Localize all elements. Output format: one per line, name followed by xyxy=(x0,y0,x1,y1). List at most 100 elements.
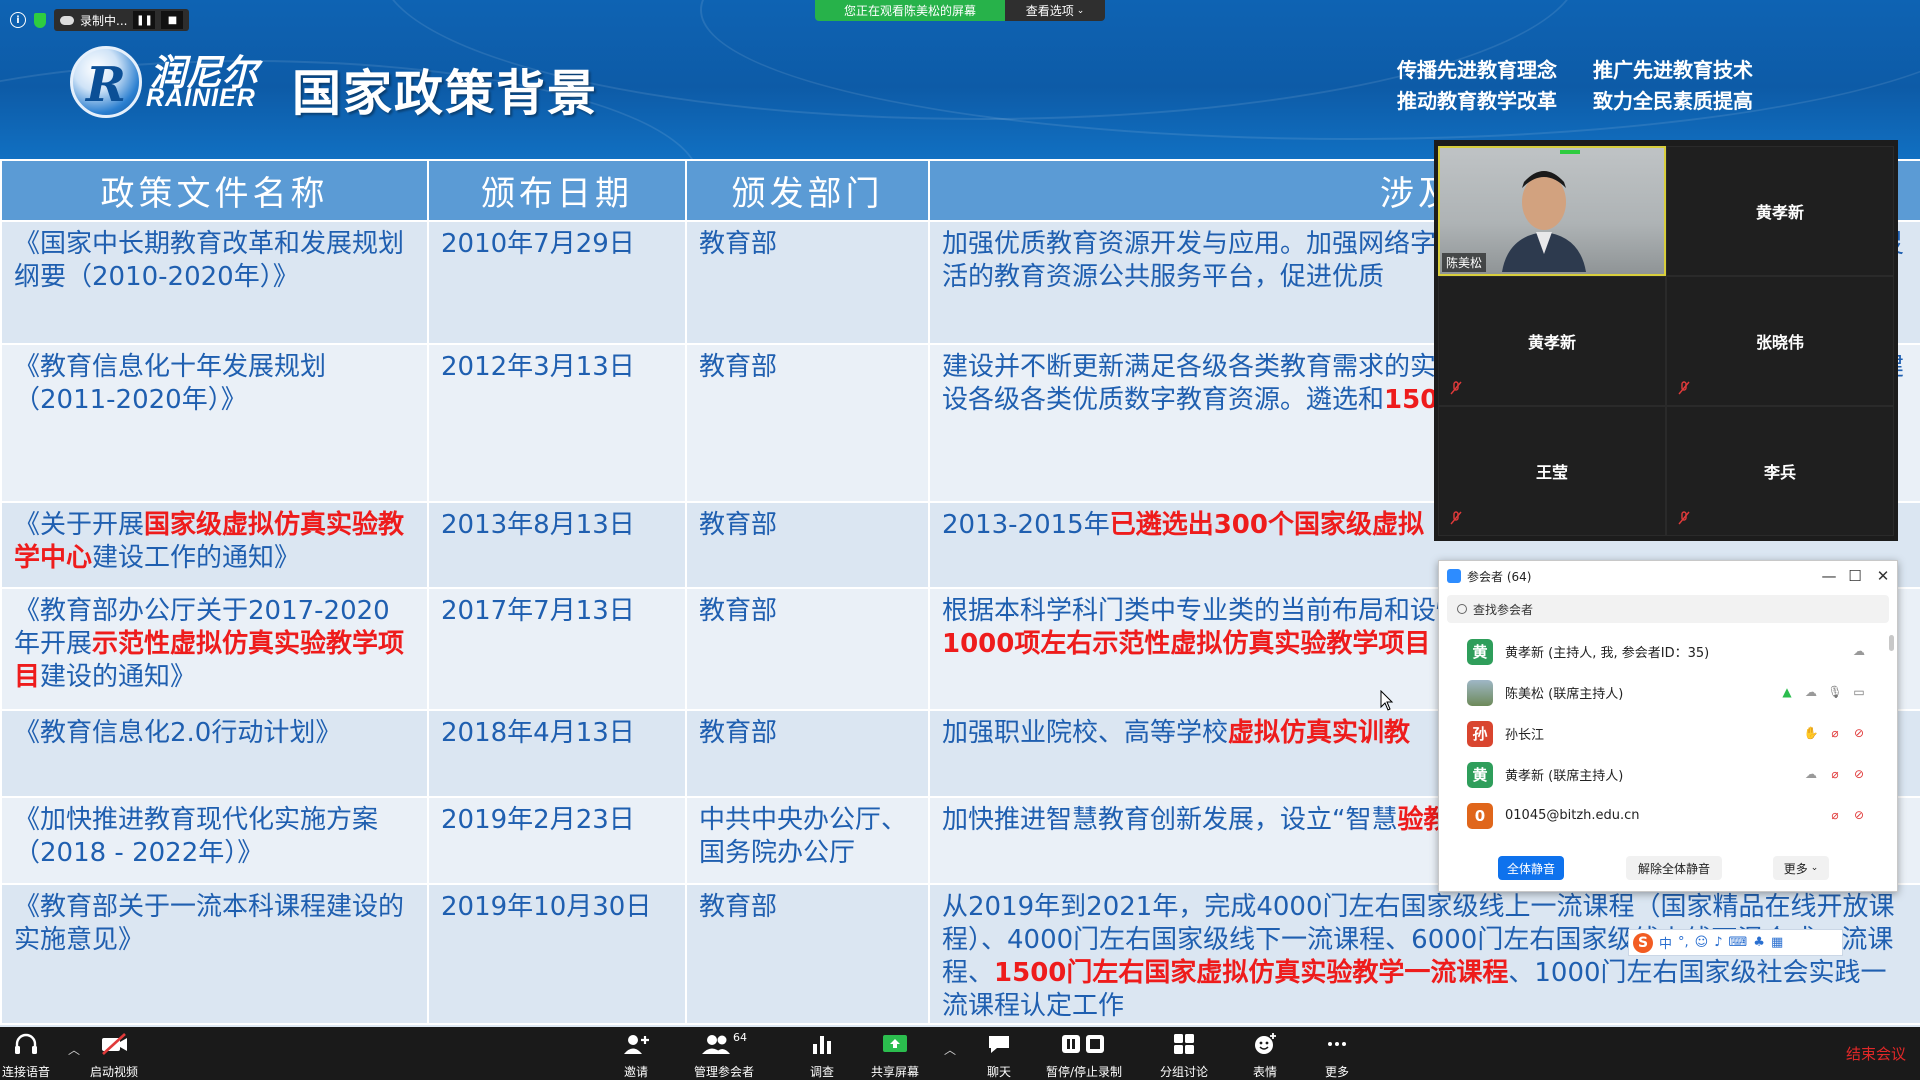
avatar: 0 xyxy=(1467,802,1493,829)
video-tile[interactable]: 黄孝新 xyxy=(1438,276,1666,406)
cloud-icon[interactable]: ☁ xyxy=(1803,766,1819,782)
text-segment: 《国家中长期教育改革和发展规划纲要（2010-2020年）》 xyxy=(14,229,405,292)
video-tile[interactable]: 王莹 xyxy=(1438,406,1666,536)
video-tile[interactable]: 张晓伟 xyxy=(1666,276,1894,406)
policy-name-cell: 《国家中长期教育改革和发展规划纲要（2010-2020年）》 xyxy=(0,220,429,345)
participants-titlebar[interactable]: 参会者 (64) — ☐ ✕ xyxy=(1439,561,1897,591)
emoji-icon[interactable]: ☺ xyxy=(1695,935,1709,950)
participant-name: 黄孝新 (主持人, 我, 参会者ID：35) xyxy=(1505,646,1710,661)
cloud-record-icon xyxy=(60,15,74,25)
reactions-button[interactable]: 表情 xyxy=(1252,1031,1278,1080)
video-off-icon[interactable]: ⊘ xyxy=(1851,766,1867,782)
slogan: 推广先进教育技术 xyxy=(1593,58,1753,82)
toolbar-label: 启动视频 xyxy=(90,1065,139,1079)
tile-name: 张晓伟 xyxy=(1755,333,1804,352)
muted-mic-icon[interactable]: ⌀ xyxy=(1827,725,1843,741)
muted-mic-icon[interactable]: ⌀ xyxy=(1827,766,1843,782)
department-cell: 中共中央办公厅、国务院办公厅 xyxy=(685,796,930,885)
toolbox-icon[interactable]: ▦ xyxy=(1771,935,1783,950)
toolbar-label: 更多 xyxy=(1325,1065,1350,1079)
highlight-text: 已遴选出300个国家级虚拟 xyxy=(1109,510,1424,540)
raise-hand-icon[interactable]: ✋ xyxy=(1803,725,1819,741)
join-audio-button[interactable]: 连接语音 xyxy=(2,1031,50,1080)
pause-stop-recording-button[interactable]: 暂停/停止录制 xyxy=(1046,1031,1122,1080)
policy-name-cell: 《教育信息化十年发展规划（2011-2020年）》 xyxy=(0,343,429,503)
invite-button[interactable]: 邀请 xyxy=(622,1031,650,1080)
voice-input-icon[interactable]: ♪ xyxy=(1714,935,1722,950)
participant-name: 孙长江 xyxy=(1505,728,1545,743)
share-screen-icon[interactable]: ▲ xyxy=(1779,684,1795,700)
zoom-app-icon xyxy=(1447,569,1461,583)
maximize-icon[interactable]: ☐ xyxy=(1845,566,1865,586)
chat-button[interactable]: 聊天 xyxy=(986,1031,1012,1080)
cloud-icon[interactable]: ☁ xyxy=(1851,643,1867,659)
text-segment: 《教育部关于一流本科课程建设的实施意见》 xyxy=(14,892,405,955)
department-cell: 教育部 xyxy=(685,220,930,345)
more-button[interactable]: 更多 ⌄ xyxy=(1773,856,1829,880)
participant-row[interactable]: 0 01045@bitzh.edu.cn ⌀ ⊘ xyxy=(1439,795,1887,836)
shield-icon[interactable] xyxy=(34,12,46,28)
mute-all-button[interactable]: 全体静音 xyxy=(1498,856,1564,880)
audio-options-caret-icon[interactable]: ︿ xyxy=(68,1041,80,1058)
share-screen-button[interactable]: 共享屏幕 xyxy=(871,1031,919,1080)
stop-recording-icon[interactable]: ■ xyxy=(161,11,184,29)
share-options-caret-icon[interactable]: ︿ xyxy=(944,1041,956,1058)
text-segment: 加强职业院校、高等学校 xyxy=(942,718,1229,748)
policy-name-cell: 《关于开展国家级虚拟仿真实验教学中心建设工作的通知》 xyxy=(0,501,429,589)
pause-stop-icon xyxy=(1059,1031,1109,1057)
tile-name: 黄孝新 xyxy=(1527,333,1576,352)
mic-icon[interactable]: 🎙 xyxy=(1827,684,1843,700)
text-segment: 2013-2015年 xyxy=(942,510,1110,540)
close-icon[interactable]: ✕ xyxy=(1873,566,1893,586)
pause-recording-icon[interactable]: ❚❚ xyxy=(133,11,156,29)
video-tile[interactable]: 李兵 xyxy=(1666,406,1894,536)
participant-row[interactable]: 陈美松 (联席主持人) ▲ ☁ 🎙 ▭ xyxy=(1439,672,1887,713)
text-segment: 加强优质教育资源开发与应用。加强网络 xyxy=(942,229,1411,259)
video-off-icon[interactable]: ⊘ xyxy=(1851,807,1867,823)
camera-icon[interactable]: ▭ xyxy=(1851,684,1867,700)
scrollbar[interactable] xyxy=(1889,635,1894,651)
muted-mic-icon[interactable]: ⌀ xyxy=(1827,807,1843,823)
end-meeting-button[interactable]: 结束会议 xyxy=(1846,1043,1906,1064)
breakout-rooms-button[interactable]: 分组讨论 xyxy=(1160,1031,1208,1080)
manage-participants-button[interactable]: 64 管理参会者 xyxy=(694,1031,754,1080)
participant-search-input[interactable]: 查找参会者 xyxy=(1447,595,1889,623)
toolbar-label: 管理参会者 xyxy=(694,1065,755,1079)
video-tile[interactable]: 黄孝新 xyxy=(1666,146,1894,276)
minimize-icon[interactable]: — xyxy=(1819,566,1839,586)
issue-date-cell: 2019年2月23日 xyxy=(427,796,687,885)
muted-mic-icon xyxy=(1678,511,1690,525)
more-dots-icon xyxy=(1325,1031,1349,1057)
participant-row[interactable]: 孙孙长江 ✋ ⌀ ⊘ xyxy=(1439,713,1887,754)
participants-icon: 64 xyxy=(701,1031,747,1057)
text-segment: 建设工作的通知》 xyxy=(92,543,301,573)
department-cell: 教育部 xyxy=(685,709,930,798)
info-icon[interactable]: i xyxy=(10,12,26,28)
view-options-button[interactable]: 查看选项 ⌄ xyxy=(1005,0,1105,21)
video-off-icon xyxy=(99,1031,129,1057)
video-tile-active-speaker[interactable]: 陈美松 xyxy=(1438,146,1666,276)
unmute-all-button[interactable]: 解除全体静音 xyxy=(1626,856,1722,880)
highlight-text: 虚拟仿真实训教 xyxy=(1228,718,1411,748)
video-off-icon[interactable]: ⊘ xyxy=(1851,725,1867,741)
slide-title: 国家政策背景 xyxy=(292,65,599,122)
punctuation-icon[interactable]: °, xyxy=(1678,935,1689,950)
text-segment: 根据本科学科门类中专业类的当前布局和 xyxy=(942,596,1411,626)
participant-row[interactable]: 黄黄孝新 (联席主持人) ☁ ⌀ ⊘ xyxy=(1439,754,1887,795)
mouse-cursor-icon xyxy=(1380,690,1394,711)
cloud-icon[interactable]: ☁ xyxy=(1803,684,1819,700)
toolbar-label: 邀请 xyxy=(623,1065,648,1079)
active-speaker-indicator xyxy=(1560,150,1580,154)
more-button[interactable]: 更多 xyxy=(1325,1031,1349,1080)
participant-row[interactable]: 黄黄孝新 (主持人, 我, 参会者ID：35) ☁ xyxy=(1439,631,1887,672)
ime-toolbar[interactable]: S 中 °, ☺ ♪ ⌨ ♣ ▦ xyxy=(1628,929,1843,956)
start-video-button[interactable]: 启动视频 xyxy=(90,1031,138,1080)
toolbar-label: 分组讨论 xyxy=(1160,1065,1209,1079)
keyboard-icon[interactable]: ⌨ xyxy=(1729,935,1748,950)
ime-mode-label[interactable]: 中 xyxy=(1659,933,1672,952)
department-cell: 教育部 xyxy=(685,883,930,1025)
issue-date-cell: 2018年4月13日 xyxy=(427,709,687,798)
sogou-ime-logo-icon[interactable]: S xyxy=(1633,932,1653,953)
polling-button[interactable]: 调查 xyxy=(810,1031,834,1080)
skin-icon[interactable]: ♣ xyxy=(1753,935,1765,950)
